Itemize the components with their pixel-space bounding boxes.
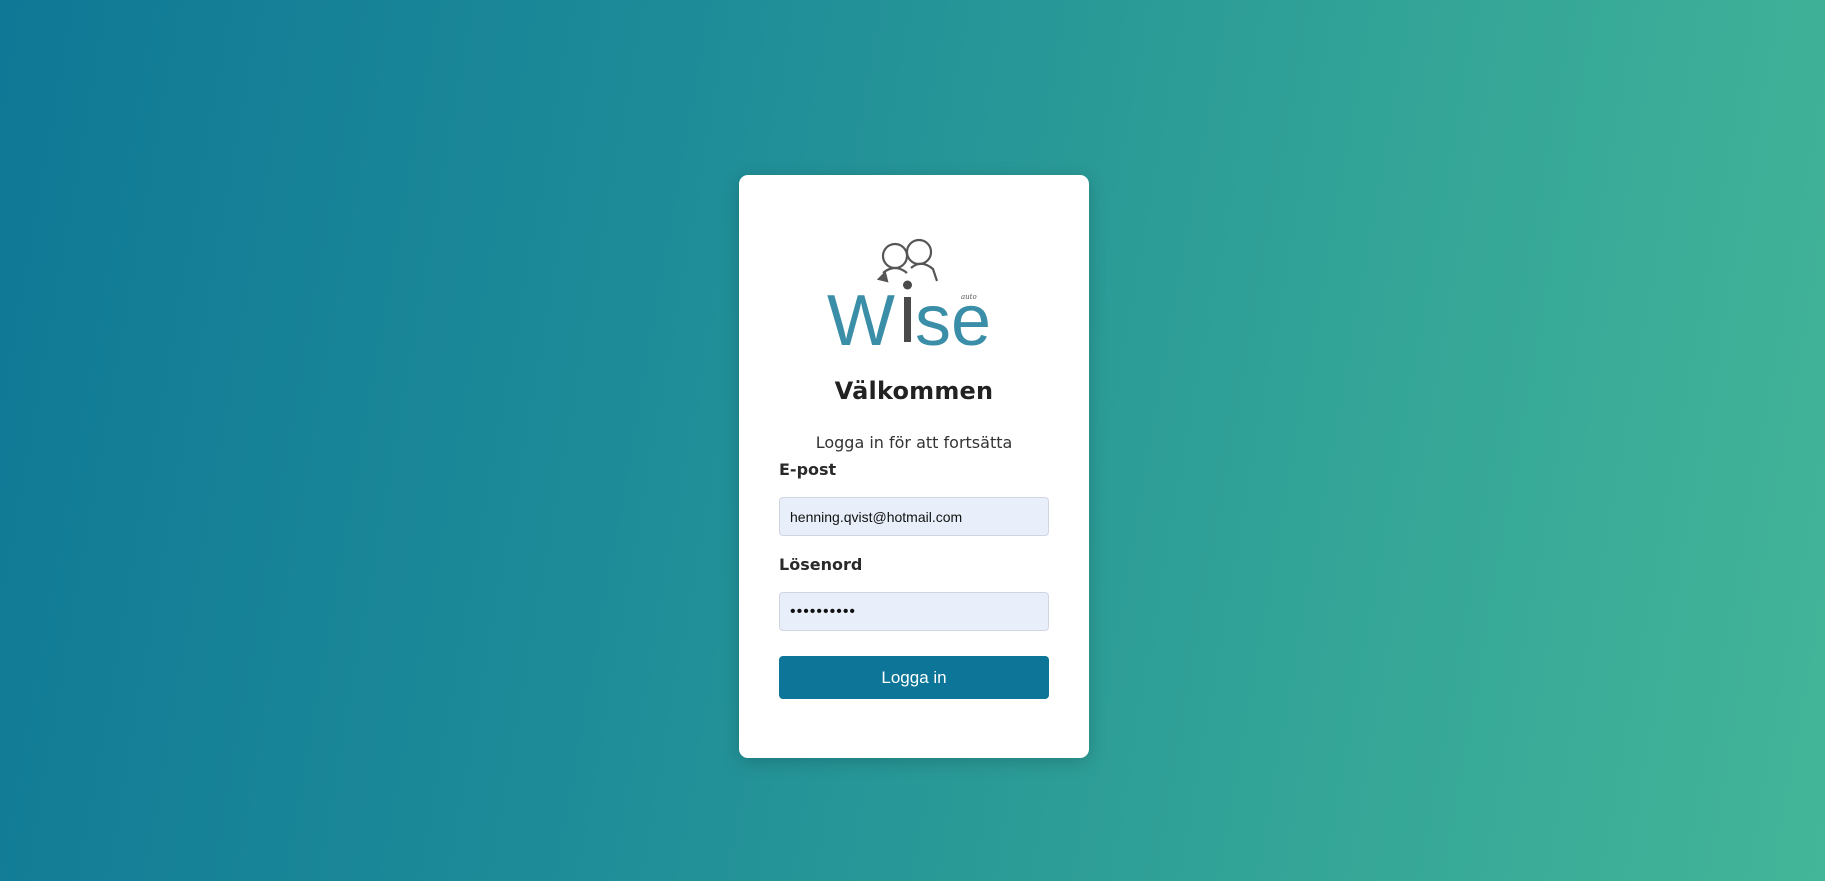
logo-letter-i xyxy=(904,297,911,342)
email-label: E-post xyxy=(779,460,837,479)
password-field[interactable] xyxy=(779,592,1049,631)
password-label: Lösenord xyxy=(779,555,863,574)
login-card: W se auto Välkommen Logga in för att for… xyxy=(739,175,1089,758)
logo-small-text: auto xyxy=(961,293,977,301)
logo-letters-se: se xyxy=(915,281,991,353)
email-field[interactable] xyxy=(779,497,1049,536)
page-title: Välkommen xyxy=(834,377,994,405)
page-subtitle: Logga in för att fortsätta xyxy=(815,433,1013,452)
wise-logo: W se auto xyxy=(827,238,991,353)
logo-letter-w: W xyxy=(827,281,895,353)
people-icon xyxy=(876,238,939,283)
login-button[interactable]: Logga in xyxy=(779,656,1049,699)
